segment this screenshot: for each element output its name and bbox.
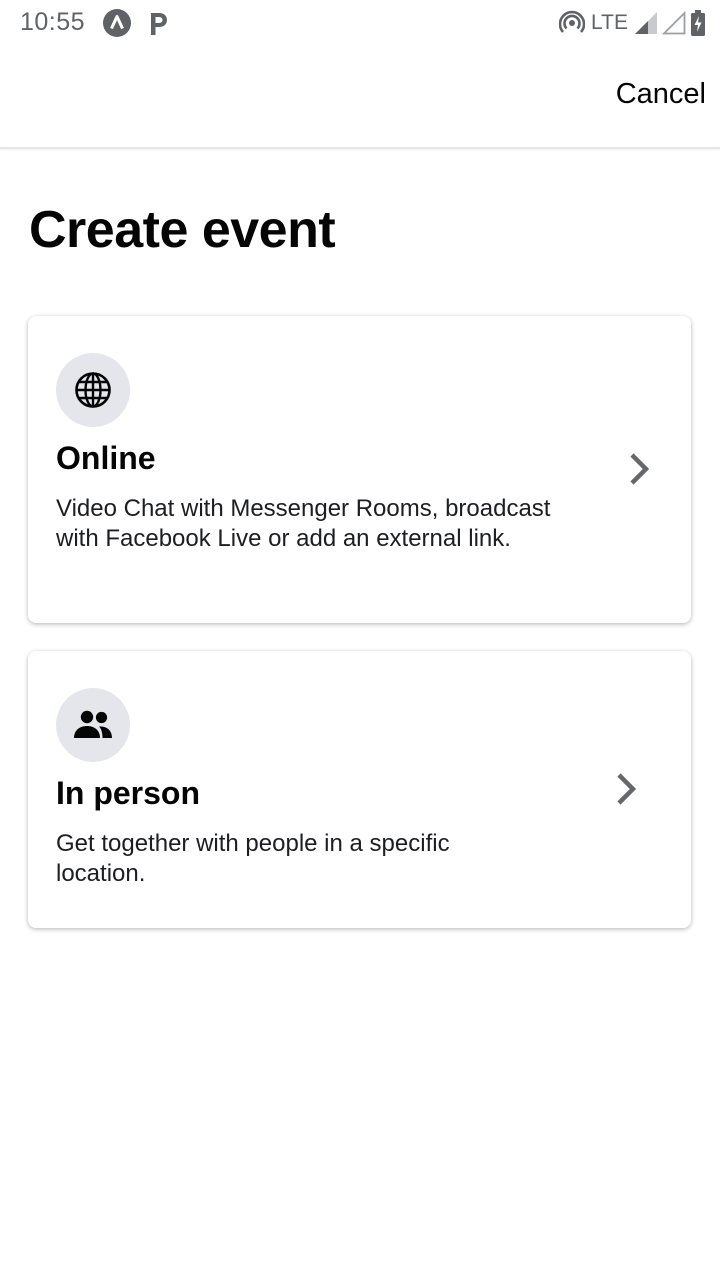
- status-bar: 10:55 LTE: [0, 0, 720, 48]
- signal-icon: [635, 12, 657, 34]
- signal-empty-icon: [662, 11, 686, 35]
- status-indicators: LTE: [559, 8, 706, 38]
- globe-icon: [75, 372, 111, 408]
- online-icon-circle: [56, 353, 130, 427]
- page-title: Create event: [29, 201, 336, 259]
- notification-a-icon: [103, 9, 131, 37]
- battery-charging-icon: [691, 10, 705, 36]
- people-icon: [74, 710, 112, 738]
- status-time: 10:55: [20, 8, 86, 36]
- online-option-description: Video Chat with Messenger Rooms, broadca…: [56, 495, 551, 552]
- online-option-title: Online: [56, 440, 156, 476]
- in-person-event-option[interactable]: In person Get together with people in a …: [28, 651, 691, 928]
- hotspot-icon: [559, 10, 586, 33]
- in-person-icon-circle: [56, 688, 130, 762]
- network-type: LTE: [591, 11, 628, 34]
- chevron-right-icon: [630, 453, 650, 485]
- chevron-right-icon: [617, 773, 637, 805]
- online-event-option[interactable]: Online Video Chat with Messenger Rooms, …: [28, 316, 691, 623]
- in-person-option-description: Get together with people in a specific l…: [56, 830, 450, 887]
- top-app-bar: Cancel: [0, 48, 720, 149]
- notification-p-icon: [151, 13, 167, 35]
- cancel-button[interactable]: Cancel: [616, 78, 706, 111]
- create-event-screen: 10:55 LTE Cancel Create event Online Vid…: [0, 0, 720, 1280]
- in-person-option-title: In person: [56, 775, 201, 811]
